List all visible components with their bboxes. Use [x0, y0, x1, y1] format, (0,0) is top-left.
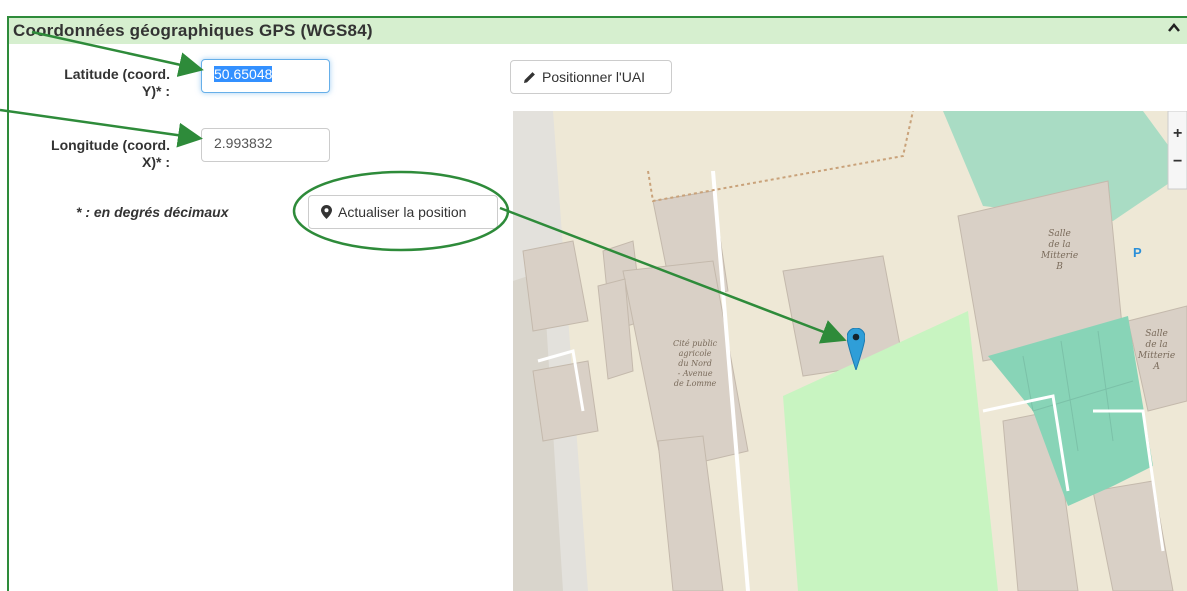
svg-text:P: P — [1133, 245, 1142, 260]
chevron-up-icon[interactable] — [1167, 21, 1181, 35]
salle-a-line-3: Mitterie — [1138, 351, 1176, 361]
latitude-label-line1: Latitude (coord. — [64, 66, 170, 82]
update-position-label: Actualiser la position — [338, 204, 467, 220]
salle-a-line-4: A — [1153, 362, 1160, 372]
longitude-label-line2: X)* : — [142, 154, 170, 170]
longitude-label-line1: Longitude (coord. — [51, 137, 170, 153]
salle-b-line-2: de la — [1048, 240, 1071, 250]
salle-b-line-3: Mitterie — [1041, 251, 1079, 261]
latitude-value: 50.65048 — [214, 66, 273, 82]
map-marker-icon — [321, 205, 332, 219]
latitude-input[interactable]: 50.65048 — [201, 59, 330, 93]
salle-a-line-1: Salle — [1145, 329, 1168, 339]
update-position-button[interactable]: Actualiser la position — [308, 195, 498, 229]
panel-header[interactable]: Coordonnées géographiques GPS (WGS84) — [9, 18, 1187, 44]
position-uai-button[interactable]: Positionner l'UAI — [510, 60, 672, 94]
longitude-value: 2.993832 — [214, 135, 273, 151]
panel-title: Coordonnées géographiques GPS (WGS84) — [13, 21, 373, 40]
map-label-lycee: Cité public agricole du Nord - Avenue de… — [673, 339, 717, 389]
lycee-line-3: du Nord — [678, 359, 712, 368]
decimal-degrees-note: * : en degrés décimaux — [76, 204, 229, 220]
location-marker-icon[interactable] — [847, 328, 865, 370]
map-label-salle-a: Salle de la Mitterie A — [1138, 329, 1175, 373]
position-uai-label: Positionner l'UAI — [542, 69, 646, 85]
lycee-line-2: agricole — [678, 349, 712, 358]
map-label-salle-b: Salle de la Mitterie B — [1041, 229, 1078, 273]
latitude-label-line2: Y)* : — [142, 83, 170, 99]
salle-a-line-2: de la — [1145, 340, 1168, 350]
lycee-line-1: Cité public — [673, 339, 718, 348]
lycee-line-5: de Lomme — [673, 379, 717, 388]
longitude-label: Longitude (coord. X)* : — [20, 137, 170, 171]
latitude-label: Latitude (coord. Y)* : — [30, 66, 170, 100]
longitude-input[interactable]: 2.993832 — [201, 128, 330, 162]
zoom-in-button[interactable]: + — [1173, 125, 1182, 143]
salle-b-line-1: Salle — [1048, 229, 1071, 239]
map[interactable]: P + − Salle de la Mitterie B Salle de la… — [513, 111, 1187, 591]
zoom-out-button[interactable]: − — [1173, 153, 1182, 171]
pencil-icon — [524, 71, 535, 83]
lycee-line-4: - Avenue — [677, 369, 713, 378]
salle-b-line-4: B — [1056, 262, 1063, 272]
